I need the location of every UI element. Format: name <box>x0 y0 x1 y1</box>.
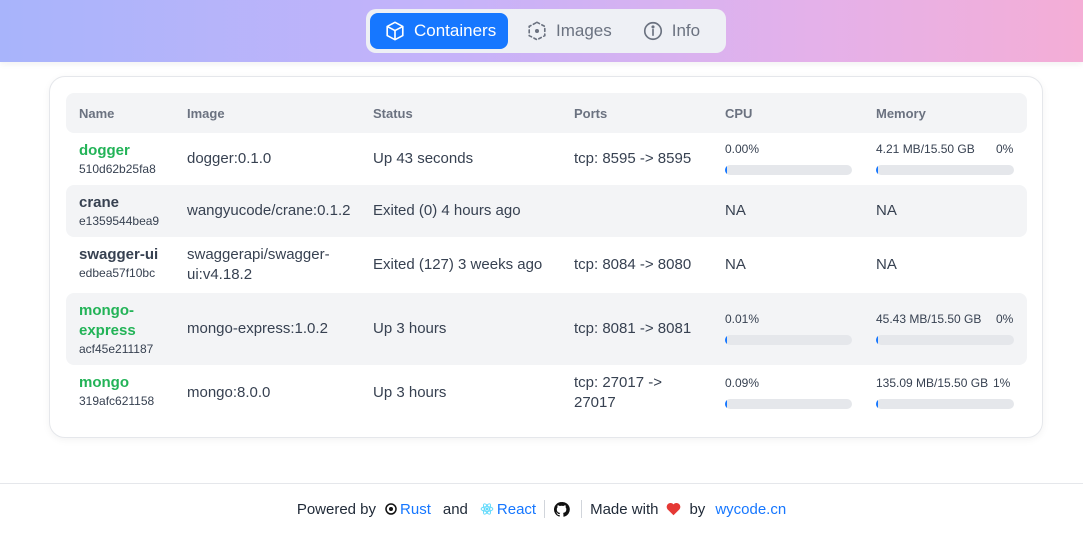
by-text: by <box>689 500 706 518</box>
cpu-progress-bar <box>725 335 852 345</box>
react-link[interactable]: React <box>497 501 536 518</box>
footer: Powered by Rust and React Made with by w… <box>0 483 1083 534</box>
memory-value: NA <box>876 256 897 273</box>
container-id: acf45e211187 <box>79 342 154 356</box>
containers-card: Name Image Status Ports CPU Memory dogge… <box>49 76 1043 438</box>
cpu-value: NA <box>725 202 746 219</box>
tab-label: Images <box>556 21 612 40</box>
container-ports: tcp: 27017 -> 27017 <box>574 374 662 411</box>
table-row[interactable]: mongo 319afc621158 mongo:8.0.0 Up 3 hour… <box>66 365 1027 421</box>
container-image: mongo:8.0.0 <box>187 384 271 401</box>
container-id: 510d62b25fa8 <box>79 162 156 176</box>
container-status: Exited (0) 4 hours ago <box>373 202 521 219</box>
container-image: wangyucode/crane:0.1.2 <box>187 202 351 219</box>
memory-progress-bar <box>876 165 1014 175</box>
header-cpu: CPU <box>725 106 753 121</box>
container-status: Up 3 hours <box>373 384 447 401</box>
tab-label: Containers <box>414 21 497 40</box>
rust-icon <box>385 503 397 515</box>
powered-by-text: Powered by <box>296 500 377 518</box>
heart-icon <box>666 502 681 516</box>
memory-progress-fill <box>876 399 878 409</box>
tab-label: Info <box>671 21 701 40</box>
header-ports: Ports <box>574 106 608 121</box>
memory-percent: 0% <box>996 142 1014 156</box>
memory-value: 4.21 MB/15.50 GB <box>876 142 975 156</box>
header-image: Image <box>187 106 225 121</box>
container-id: e1359544bea9 <box>79 214 160 228</box>
container-ports: tcp: 8084 -> 8080 <box>574 256 692 273</box>
table-row[interactable]: swagger-ui edbea57f10bc swaggerapi/swagg… <box>66 237 1027 293</box>
dashed-box-icon <box>526 20 548 42</box>
container-name[interactable]: mongo-express <box>79 301 169 341</box>
cpu-progress-bar <box>725 399 852 409</box>
memory-progress-fill <box>876 165 878 175</box>
container-image: dogger:0.1.0 <box>187 150 272 167</box>
react-icon <box>480 502 494 516</box>
container-image: mongo-express:1.0.2 <box>187 320 328 337</box>
tab-info[interactable]: Info <box>628 13 722 49</box>
info-circle-icon <box>642 20 664 42</box>
container-id: edbea57f10bc <box>79 266 156 280</box>
memory-progress-bar <box>876 399 1014 409</box>
table-row[interactable]: crane e1359544bea9 wangyucode/crane:0.1.… <box>66 185 1027 237</box>
container-image: swaggerapi/swagger-ui:v4.18.2 <box>187 246 330 283</box>
cpu-progress-fill <box>725 165 727 175</box>
nav-tabs: Containers Images Info <box>366 9 726 53</box>
cpu-progress-fill <box>725 399 727 409</box>
made-with-text: Made with <box>590 500 659 518</box>
container-id: 319afc621158 <box>79 394 155 408</box>
divider <box>581 500 583 518</box>
rust-link[interactable]: Rust <box>400 501 431 518</box>
container-status: Exited (127) 3 weeks ago <box>373 256 543 273</box>
cpu-value: 0.00% <box>725 142 760 156</box>
memory-progress-fill <box>876 335 878 345</box>
cpu-progress-fill <box>725 335 727 345</box>
container-name[interactable]: dogger <box>79 141 156 161</box>
memory-percent: 0% <box>996 312 1014 326</box>
app-header: Containers Images Info <box>0 0 1083 62</box>
container-ports: tcp: 8595 -> 8595 <box>574 150 692 167</box>
header-memory: Memory <box>876 106 926 121</box>
header-name: Name <box>79 106 115 121</box>
memory-progress-bar <box>876 335 1014 345</box>
container-name[interactable]: swagger-ui <box>79 245 158 265</box>
memory-value: 45.43 MB/15.50 GB <box>876 312 982 326</box>
container-status: Up 43 seconds <box>373 150 474 167</box>
tab-images[interactable]: Images <box>512 13 628 49</box>
cpu-value: 0.09% <box>725 376 760 390</box>
memory-value: NA <box>876 202 897 219</box>
container-name[interactable]: mongo <box>79 373 154 393</box>
cpu-progress-bar <box>725 165 852 175</box>
github-icon[interactable] <box>553 501 570 518</box>
tab-containers[interactable]: Containers <box>370 13 508 49</box>
cube-icon <box>384 20 406 42</box>
container-ports: tcp: 8081 -> 8081 <box>574 320 692 337</box>
cpu-value: 0.01% <box>725 312 760 326</box>
header-status: Status <box>373 106 413 121</box>
and-text: and <box>442 500 468 518</box>
memory-percent: 1% <box>993 376 1011 390</box>
container-status: Up 3 hours <box>373 320 447 337</box>
cpu-value: NA <box>725 256 746 273</box>
site-link[interactable]: wycode.cn <box>715 501 786 518</box>
table-row[interactable]: mongo-express acf45e211187 mongo-express… <box>66 293 1027 365</box>
table-header: Name Image Status Ports CPU Memory <box>66 93 1027 133</box>
table-row[interactable]: dogger 510d62b25fa8 dogger:0.1.0 Up 43 s… <box>66 133 1027 185</box>
divider <box>544 500 546 518</box>
memory-value: 135.09 MB/15.50 GB <box>876 376 989 390</box>
container-name[interactable]: crane <box>79 193 159 213</box>
